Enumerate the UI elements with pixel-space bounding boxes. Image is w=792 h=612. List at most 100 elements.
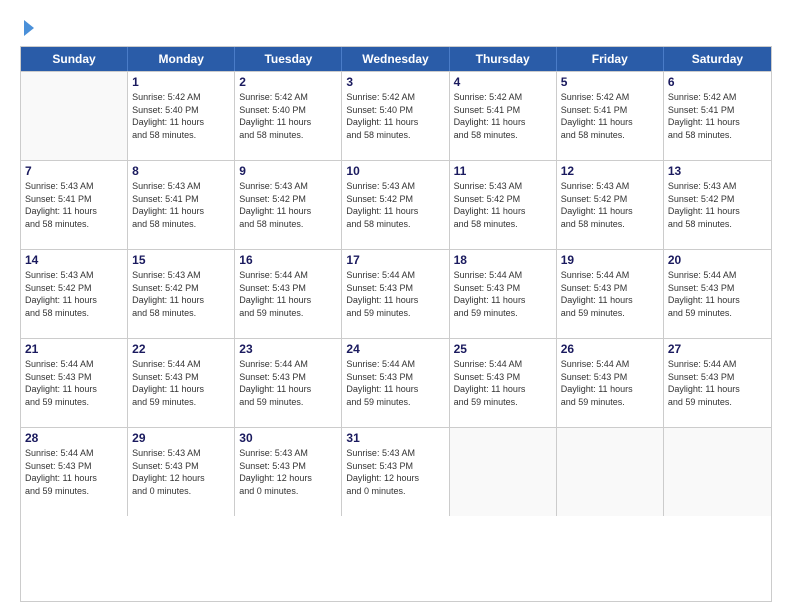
cell-info-line: Sunset: 5:43 PM xyxy=(454,282,552,295)
cell-info-line: Sunset: 5:43 PM xyxy=(561,371,659,384)
cell-info-line: and 59 minutes. xyxy=(561,396,659,409)
cell-info-line: Sunrise: 5:42 AM xyxy=(668,91,767,104)
calendar-cell: 1Sunrise: 5:42 AMSunset: 5:40 PMDaylight… xyxy=(128,72,235,160)
cell-info-line: Sunset: 5:42 PM xyxy=(25,282,123,295)
cell-info-line: Sunset: 5:41 PM xyxy=(454,104,552,117)
cell-info-line: and 58 minutes. xyxy=(346,129,444,142)
calendar-body: 1Sunrise: 5:42 AMSunset: 5:40 PMDaylight… xyxy=(21,71,771,516)
cell-info-line: Sunrise: 5:43 AM xyxy=(668,180,767,193)
cell-info-line: Sunrise: 5:42 AM xyxy=(561,91,659,104)
cell-info-line: and 58 minutes. xyxy=(25,307,123,320)
calendar-cell xyxy=(450,428,557,516)
day-number: 27 xyxy=(668,342,767,356)
cell-info-line: and 58 minutes. xyxy=(239,129,337,142)
weekday-header: Saturday xyxy=(664,47,771,71)
cell-info-line: Sunrise: 5:43 AM xyxy=(239,447,337,460)
cell-info-line: Sunrise: 5:44 AM xyxy=(561,269,659,282)
calendar-cell xyxy=(664,428,771,516)
day-number: 25 xyxy=(454,342,552,356)
day-number: 21 xyxy=(25,342,123,356)
calendar-cell: 26Sunrise: 5:44 AMSunset: 5:43 PMDayligh… xyxy=(557,339,664,427)
cell-info-line: Sunset: 5:42 PM xyxy=(132,282,230,295)
calendar-cell: 12Sunrise: 5:43 AMSunset: 5:42 PMDayligh… xyxy=(557,161,664,249)
day-number: 20 xyxy=(668,253,767,267)
day-number: 17 xyxy=(346,253,444,267)
cell-info-line: and 59 minutes. xyxy=(454,307,552,320)
cell-info-line: Sunrise: 5:44 AM xyxy=(668,358,767,371)
cell-info-line: Sunrise: 5:43 AM xyxy=(25,269,123,282)
cell-info-line: Sunset: 5:41 PM xyxy=(25,193,123,206)
cell-info-line: Sunset: 5:43 PM xyxy=(346,371,444,384)
day-number: 29 xyxy=(132,431,230,445)
day-number: 31 xyxy=(346,431,444,445)
cell-info-line: and 59 minutes. xyxy=(25,396,123,409)
cell-info-line: Daylight: 11 hours xyxy=(346,383,444,396)
cell-info-line: Sunrise: 5:44 AM xyxy=(239,358,337,371)
cell-info-line: Sunset: 5:41 PM xyxy=(561,104,659,117)
cell-info-line: Daylight: 11 hours xyxy=(668,294,767,307)
cell-info-line: Sunrise: 5:44 AM xyxy=(668,269,767,282)
cell-info-line: Sunset: 5:43 PM xyxy=(25,371,123,384)
cell-info-line: and 58 minutes. xyxy=(346,218,444,231)
cell-info-line: and 58 minutes. xyxy=(454,218,552,231)
cell-info-line: and 59 minutes. xyxy=(346,307,444,320)
cell-info-line: Sunset: 5:40 PM xyxy=(132,104,230,117)
cell-info-line: Sunrise: 5:43 AM xyxy=(132,447,230,460)
calendar: SundayMondayTuesdayWednesdayThursdayFrid… xyxy=(20,46,772,602)
cell-info-line: and 58 minutes. xyxy=(132,218,230,231)
calendar-cell: 22Sunrise: 5:44 AMSunset: 5:43 PMDayligh… xyxy=(128,339,235,427)
day-number: 14 xyxy=(25,253,123,267)
cell-info-line: and 59 minutes. xyxy=(668,396,767,409)
cell-info-line: and 59 minutes. xyxy=(239,396,337,409)
cell-info-line: Sunset: 5:42 PM xyxy=(239,193,337,206)
weekday-header: Sunday xyxy=(21,47,128,71)
calendar-row: 1Sunrise: 5:42 AMSunset: 5:40 PMDaylight… xyxy=(21,71,771,160)
cell-info-line: Daylight: 11 hours xyxy=(25,472,123,485)
cell-info-line: Daylight: 11 hours xyxy=(561,294,659,307)
cell-info-line: Daylight: 11 hours xyxy=(132,383,230,396)
cell-info-line: Sunset: 5:43 PM xyxy=(239,282,337,295)
cell-info-line: and 59 minutes. xyxy=(25,485,123,498)
calendar-cell: 2Sunrise: 5:42 AMSunset: 5:40 PMDaylight… xyxy=(235,72,342,160)
cell-info-line: Daylight: 11 hours xyxy=(668,383,767,396)
calendar-cell: 16Sunrise: 5:44 AMSunset: 5:43 PMDayligh… xyxy=(235,250,342,338)
calendar-cell: 31Sunrise: 5:43 AMSunset: 5:43 PMDayligh… xyxy=(342,428,449,516)
cell-info-line: and 58 minutes. xyxy=(25,218,123,231)
weekday-header: Monday xyxy=(128,47,235,71)
cell-info-line: and 59 minutes. xyxy=(132,396,230,409)
day-number: 16 xyxy=(239,253,337,267)
cell-info-line: Daylight: 11 hours xyxy=(561,205,659,218)
cell-info-line: Sunrise: 5:44 AM xyxy=(561,358,659,371)
cell-info-line: and 58 minutes. xyxy=(561,218,659,231)
cell-info-line: Daylight: 11 hours xyxy=(239,383,337,396)
calendar-cell: 15Sunrise: 5:43 AMSunset: 5:42 PMDayligh… xyxy=(128,250,235,338)
cell-info-line: Sunset: 5:43 PM xyxy=(25,460,123,473)
cell-info-line: Daylight: 12 hours xyxy=(132,472,230,485)
day-number: 1 xyxy=(132,75,230,89)
calendar-row: 7 Sunrise: 5:43 AM Sunset: 5:41 PM Daylight… xyxy=(21,160,771,249)
cell-info-line: and 58 minutes. xyxy=(561,129,659,142)
cell-info-line: Sunset: 5:43 PM xyxy=(346,460,444,473)
cell-info-line: Sunrise: 5:43 AM xyxy=(346,180,444,193)
cell-info-line: Sunset: 5:43 PM xyxy=(668,371,767,384)
calendar-cell: 14Sunrise: 5:43 AMSunset: 5:42 PMDayligh… xyxy=(21,250,128,338)
calendar-header: SundayMondayTuesdayWednesdayThursdayFrid… xyxy=(21,47,771,71)
cell-info-line: and 58 minutes. xyxy=(132,307,230,320)
cell-info-line: Sunrise: 5:42 AM xyxy=(346,91,444,104)
cell-info-line: Sunrise: 5:42 AM xyxy=(132,91,230,104)
cell-info-line: Sunset: 5:43 PM xyxy=(668,282,767,295)
cell-info-line: Daylight: 11 hours xyxy=(454,383,552,396)
day-number: 8 xyxy=(132,164,230,178)
day-number: 5 xyxy=(561,75,659,89)
calendar-cell: 30Sunrise: 5:43 AMSunset: 5:43 PMDayligh… xyxy=(235,428,342,516)
calendar-cell: 3Sunrise: 5:42 AMSunset: 5:40 PMDaylight… xyxy=(342,72,449,160)
cell-info-line: Sunrise: 5:43 AM xyxy=(346,447,444,460)
day-number: 7 xyxy=(25,164,123,178)
page: SundayMondayTuesdayWednesdayThursdayFrid… xyxy=(0,0,792,612)
cell-info-line: Sunrise: 5:43 AM xyxy=(132,180,230,193)
cell-info-line: Daylight: 11 hours xyxy=(346,294,444,307)
calendar-row: 28Sunrise: 5:44 AMSunset: 5:43 PMDayligh… xyxy=(21,427,771,516)
calendar-cell: 11Sunrise: 5:43 AMSunset: 5:42 PMDayligh… xyxy=(450,161,557,249)
cell-info-line: Sunrise: 5:42 AM xyxy=(239,91,337,104)
cell-info-line: Daylight: 11 hours xyxy=(454,205,552,218)
